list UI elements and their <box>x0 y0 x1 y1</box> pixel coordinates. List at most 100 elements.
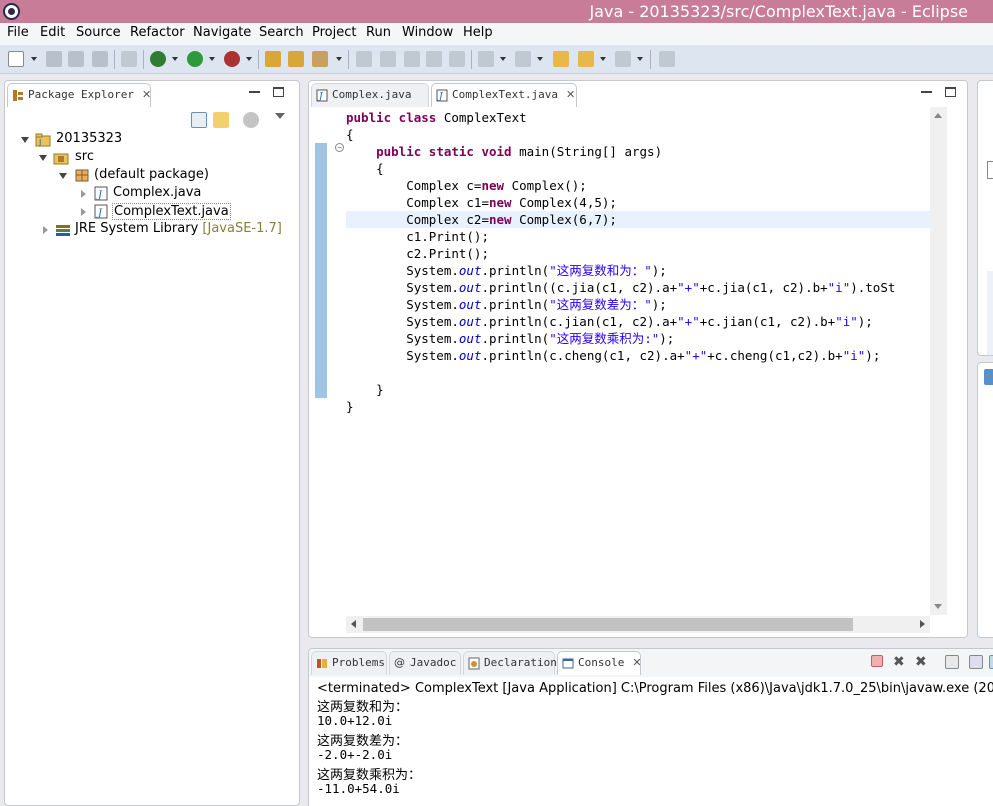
minimize-icon[interactable] <box>921 91 932 93</box>
code-area[interactable]: public class ComplexText { public static… <box>346 107 930 615</box>
code-line: System.out.println("这两复数和为："); <box>346 263 667 278</box>
menu-run[interactable]: Run <box>366 25 391 40</box>
next-annotation-icon[interactable] <box>356 51 372 67</box>
menu-window[interactable]: Window <box>402 25 453 40</box>
menu-edit[interactable]: Edit <box>40 25 65 40</box>
code-line: System.out.println("这两复数乘积为:"); <box>346 331 675 346</box>
save-icon[interactable] <box>46 51 62 67</box>
expanded-arrow-icon[interactable] <box>39 155 47 161</box>
next-edit-icon[interactable] <box>478 51 494 67</box>
forward-arrow-icon[interactable] <box>615 51 631 67</box>
clear-console-icon[interactable] <box>945 655 959 669</box>
tab-complextext-java[interactable]: J ComplexText.java ✕ <box>431 83 577 107</box>
expanded-arrow-icon[interactable] <box>59 173 67 179</box>
remove-launch-icon[interactable]: ✖ <box>893 654 907 668</box>
open-task-icon[interactable] <box>312 51 328 67</box>
menu-project[interactable]: Project <box>312 25 356 40</box>
open-type-icon[interactable] <box>288 51 304 67</box>
tab-console[interactable]: Console ✕ <box>557 651 642 675</box>
console-panel: Problems @ Javadoc Declaration Console ✕ … <box>308 648 993 806</box>
save-all-icon[interactable] <box>68 51 84 67</box>
code-line: { <box>346 161 384 176</box>
debug-icon[interactable] <box>150 51 166 67</box>
tree-item-complex-java[interactable]: J Complex.java <box>19 185 219 203</box>
console-output-line: 10.0+12.0i <box>317 713 393 728</box>
java-file-icon: J <box>94 204 108 219</box>
pin-console-icon[interactable] <box>989 655 993 669</box>
collapse-all-icon[interactable] <box>191 112 207 128</box>
tab-declaration[interactable]: Declaration <box>463 651 557 675</box>
tab-javadoc[interactable]: @ Javadoc <box>389 651 461 675</box>
close-icon[interactable]: ✕ <box>632 652 641 674</box>
task-list-icon[interactable] <box>984 369 993 385</box>
scroll-up-arrow-icon[interactable] <box>934 113 942 118</box>
tree-item-src[interactable]: src <box>19 149 219 167</box>
print-icon[interactable] <box>92 51 108 67</box>
skip-breakpoints-icon[interactable] <box>121 51 137 67</box>
external-tools-icon[interactable] <box>224 51 240 67</box>
collapsed-arrow-icon[interactable] <box>43 226 48 234</box>
fold-icon[interactable]: − <box>335 143 344 152</box>
task-panel <box>977 362 993 638</box>
editor-vertical-scrollbar[interactable] <box>930 107 947 615</box>
menu-help[interactable]: Help <box>463 25 493 40</box>
filters-icon[interactable] <box>243 112 259 128</box>
maximize-icon[interactable] <box>945 87 956 97</box>
last-edit-location-icon[interactable] <box>553 51 569 67</box>
scroll-thumb[interactable] <box>363 618 853 631</box>
prev-edit-icon[interactable] <box>515 51 531 67</box>
collapsed-arrow-icon[interactable] <box>81 208 86 216</box>
editor-tabbar: J Complex.java J ComplexText.java ✕ <box>309 81 967 107</box>
scroll-left-arrow-icon[interactable] <box>351 620 356 628</box>
maximize-icon[interactable] <box>273 87 284 97</box>
window-title: Java - 20135323/src/ComplexText.java - E… <box>589 2 968 21</box>
editor-gutter[interactable] <box>309 107 327 617</box>
run-icon[interactable] <box>187 51 203 67</box>
back-arrow-icon[interactable] <box>578 51 594 67</box>
menu-source[interactable]: Source <box>76 25 121 40</box>
menu-file[interactable]: File <box>7 25 29 40</box>
editor-panel: J Complex.java J ComplexText.java ✕ − pub… <box>308 80 968 638</box>
tree-item-default-package[interactable]: (default package) <box>19 167 219 185</box>
expanded-arrow-icon[interactable] <box>21 137 29 143</box>
collapsed-arrow-icon[interactable] <box>81 190 86 198</box>
toggle-mark-icon[interactable] <box>404 51 420 67</box>
tree-item-jre-library[interactable]: JRE System Library [JavaSE-1.7] <box>19 221 289 239</box>
scroll-down-arrow-icon[interactable] <box>934 604 942 609</box>
menu-refactor[interactable]: Refactor <box>130 25 185 40</box>
block-selection-icon[interactable] <box>426 51 442 67</box>
console-output[interactable]: <terminated> ComplexText [Java Applicati… <box>309 677 993 806</box>
scroll-lock-icon[interactable] <box>969 655 983 669</box>
svg-text:J: J <box>38 138 41 147</box>
panel-fragment <box>987 161 993 179</box>
bottom-tabbar: Problems @ Javadoc Declaration Console ✕ … <box>309 649 993 677</box>
link-with-editor-icon[interactable] <box>213 112 229 128</box>
terminate-icon[interactable] <box>871 655 883 667</box>
menu-search[interactable]: Search <box>259 25 304 40</box>
close-icon[interactable]: ✕ <box>142 84 151 106</box>
console-status: <terminated> ComplexText [Java Applicati… <box>317 681 993 696</box>
minimize-icon[interactable] <box>249 91 260 93</box>
tree-item-project[interactable]: J 20135323 <box>19 131 219 149</box>
show-whitespace-icon[interactable] <box>449 51 465 67</box>
new-icon[interactable] <box>8 51 24 67</box>
close-icon[interactable]: ✕ <box>566 84 575 106</box>
new-package-icon[interactable] <box>265 51 281 67</box>
package-explorer-tabbar: Package Explorer ✕ <box>5 81 299 107</box>
view-menu-icon[interactable] <box>275 113 285 119</box>
code-line: Complex c2=new Complex(6,7); <box>346 212 617 227</box>
menu-navigate[interactable]: Navigate <box>193 25 251 40</box>
scroll-right-arrow-icon[interactable] <box>920 620 925 628</box>
eclipse-icon[interactable] <box>3 3 20 20</box>
tab-package-explorer[interactable]: Package Explorer ✕ <box>7 83 151 107</box>
edit-icon[interactable] <box>380 51 396 67</box>
editor-horizontal-scrollbar[interactable] <box>346 616 930 633</box>
remove-all-launches-icon[interactable]: ✖ <box>915 654 931 670</box>
tab-complex-java[interactable]: J Complex.java <box>311 83 429 107</box>
code-line: Complex c=new Complex(); <box>346 178 587 193</box>
pin-editor-icon[interactable] <box>659 51 675 67</box>
tab-problems[interactable]: Problems <box>311 651 387 675</box>
source-folder-icon <box>53 153 69 165</box>
tree-item-complextext-java[interactable]: J ComplexText.java <box>19 203 231 221</box>
svg-text:J: J <box>96 208 103 219</box>
